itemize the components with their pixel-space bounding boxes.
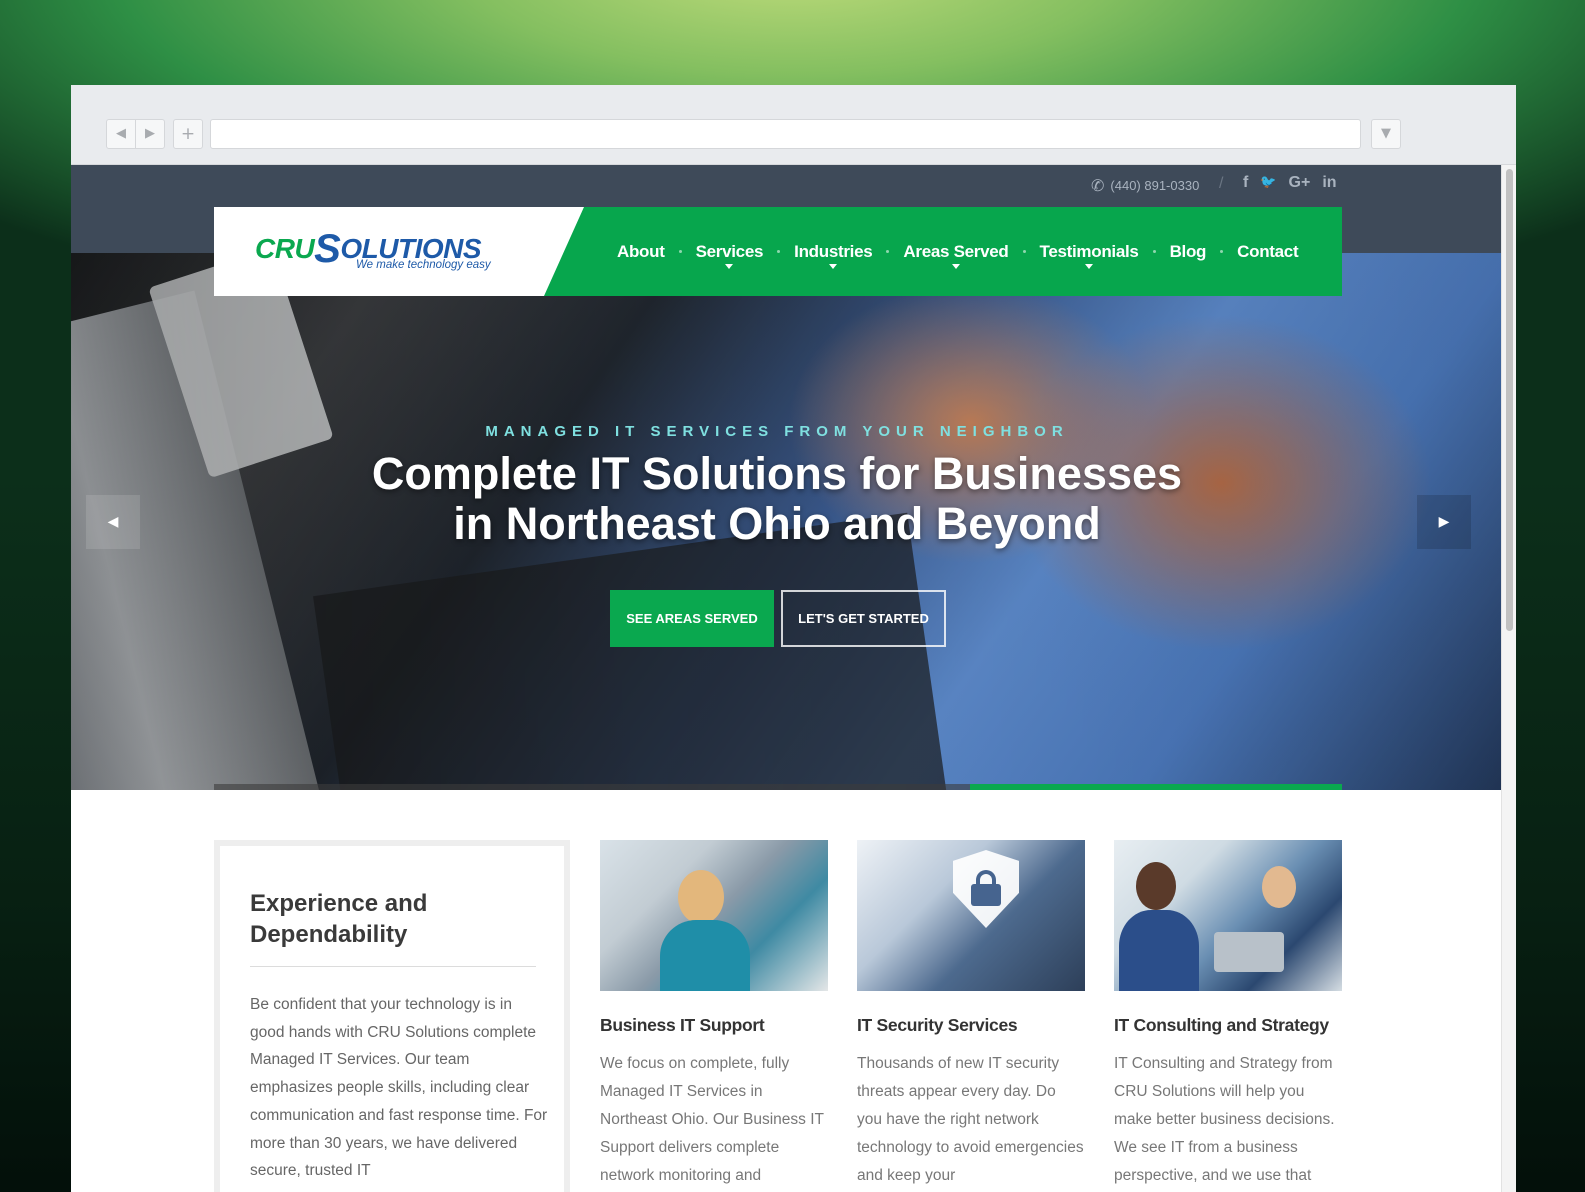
web-page: ✆ (440) 891-0330 / f 🐦 G+ in MANAGED IT …: [71, 165, 1501, 1192]
linkedin-icon[interactable]: in: [1322, 174, 1336, 192]
service-card-business-it-support: Business IT Support We focus on complete…: [600, 840, 828, 1190]
service-title[interactable]: Business IT Support: [600, 1015, 828, 1036]
twitter-icon[interactable]: 🐦: [1260, 174, 1276, 192]
nav-separator: [1220, 250, 1224, 253]
slider-next-button[interactable]: ▶: [1417, 495, 1471, 549]
person-body: [1119, 910, 1199, 991]
service-text: Thousands of new IT security threats app…: [857, 1055, 1084, 1184]
phone-icon: ✆: [1091, 176, 1105, 195]
nav-item-testimonials[interactable]: Testimonials: [1039, 241, 1139, 269]
phone-number: (440) 891-0330: [1110, 178, 1200, 193]
service-text: We focus on complete, fully Managed IT S…: [600, 1055, 824, 1184]
nav-separator: [678, 250, 682, 253]
service-title[interactable]: IT Consulting and Strategy: [1114, 1015, 1342, 1036]
nav-item-label: Testimonials: [1039, 241, 1139, 261]
experience-title: Experience and Dependability: [250, 890, 428, 948]
it-security-image[interactable]: [857, 840, 1085, 991]
experience-text: Be confident that your technology is in …: [250, 996, 548, 1180]
new-tab-button[interactable]: +: [173, 119, 203, 149]
slider-prev-button[interactable]: ◀: [86, 495, 140, 549]
back-arrow-icon: ◀: [116, 126, 126, 141]
site-header: CRUSOLUTIONS We make technology easy Abo…: [214, 207, 1342, 296]
experience-divider: [250, 966, 536, 967]
slider-progress-bar: [214, 784, 1342, 790]
caret-down-icon: [1085, 263, 1094, 269]
it-consulting-image[interactable]: [1114, 840, 1342, 991]
service-card-it-security: IT Security Services Thousands of new IT…: [857, 840, 1085, 1190]
lock-body: [971, 884, 1001, 906]
hero-slider: MANAGED IT SERVICES FROM YOUR NEIGHBOR C…: [71, 253, 1501, 790]
logo-part-cru: CRU: [255, 233, 315, 264]
nav-item-label: About: [617, 241, 665, 261]
person-figure: [678, 870, 724, 924]
nav-separator: [886, 250, 890, 253]
slider-progress-fill: [969, 784, 1342, 790]
topbar-divider: /: [1219, 175, 1224, 192]
facebook-icon[interactable]: f: [1243, 174, 1248, 192]
nav-item-label: Industries: [794, 241, 873, 261]
caret-down-icon: [829, 263, 838, 269]
nav-item-industries[interactable]: Industries: [794, 241, 873, 269]
chevron-left-icon: ◀: [107, 514, 119, 530]
nav-item-areas-served[interactable]: Areas Served: [903, 241, 1009, 269]
forward-arrow-icon: ▶: [145, 126, 155, 141]
logo-link[interactable]: CRUSOLUTIONS We make technology easy: [214, 207, 584, 296]
service-text: IT Consulting and Strategy from CRU Solu…: [1114, 1055, 1335, 1184]
person-figure: [1136, 862, 1176, 910]
nav-item-label: Services: [695, 241, 764, 261]
browser-window: ◀ ▶ + ▼ ✆ (440) 891-0330 / f 🐦 G+ in MAN…: [71, 85, 1516, 1192]
nav-item-about[interactable]: About: [617, 242, 665, 262]
laptop: [1214, 932, 1284, 972]
browser-forward-button[interactable]: ▶: [135, 119, 165, 149]
experience-card: Experience and Dependability Be confiden…: [214, 840, 570, 1192]
social-links: f 🐦 G+ in: [1243, 174, 1337, 192]
browser-back-button[interactable]: ◀: [106, 119, 136, 149]
page-scrollbar[interactable]: [1501, 165, 1516, 1192]
browser-toolbar: ◀ ▶ + ▼: [71, 85, 1516, 165]
nav-separator: [1152, 250, 1156, 253]
hero-title-line-1: Complete IT Solutions for Businesses: [371, 448, 1183, 499]
person-body: [660, 920, 750, 991]
nav-item-contact[interactable]: Contact: [1237, 242, 1298, 262]
logo-part-s: S: [314, 227, 341, 271]
nav-item-services[interactable]: Services: [695, 241, 764, 269]
logo-tagline: We make technology easy: [356, 259, 491, 271]
browser-menu-button[interactable]: ▼: [1371, 119, 1401, 149]
google-plus-icon[interactable]: G+: [1289, 174, 1311, 192]
nav-separator: [1022, 250, 1026, 253]
chevron-right-icon: ▶: [1438, 514, 1450, 530]
scrollbar-thumb[interactable]: [1506, 169, 1513, 631]
hero-title-line-2: in Northeast Ohio and Beyond: [453, 498, 1101, 549]
service-title[interactable]: IT Security Services: [857, 1015, 1085, 1036]
nav-item-blog[interactable]: Blog: [1170, 242, 1207, 262]
main-nav: About Services Industries Areas Served T…: [617, 207, 1299, 296]
lets-get-started-button[interactable]: LET'S GET STARTED: [781, 590, 946, 647]
chevron-down-icon: ▼: [1381, 126, 1391, 141]
phone-link[interactable]: ✆ (440) 891-0330: [1091, 176, 1199, 195]
hero-title: Complete IT Solutions for Businesses in …: [71, 449, 1483, 549]
person-figure: [1262, 866, 1296, 908]
service-card-it-consulting: IT Consulting and Strategy IT Consulting…: [1114, 840, 1342, 1190]
caret-down-icon: [725, 263, 734, 269]
address-bar[interactable]: [210, 119, 1361, 149]
nav-item-label: Contact: [1237, 241, 1299, 261]
nav-separator: [777, 250, 781, 253]
nav-item-label: Blog: [1169, 241, 1207, 261]
hero-eyebrow: MANAGED IT SERVICES FROM YOUR NEIGHBOR: [485, 423, 1069, 440]
see-areas-served-button[interactable]: SEE AREAS SERVED: [610, 590, 774, 647]
caret-down-icon: [951, 263, 960, 269]
business-it-support-image[interactable]: [600, 840, 828, 991]
plus-icon: +: [180, 124, 196, 144]
nav-item-label: Areas Served: [903, 241, 1009, 261]
